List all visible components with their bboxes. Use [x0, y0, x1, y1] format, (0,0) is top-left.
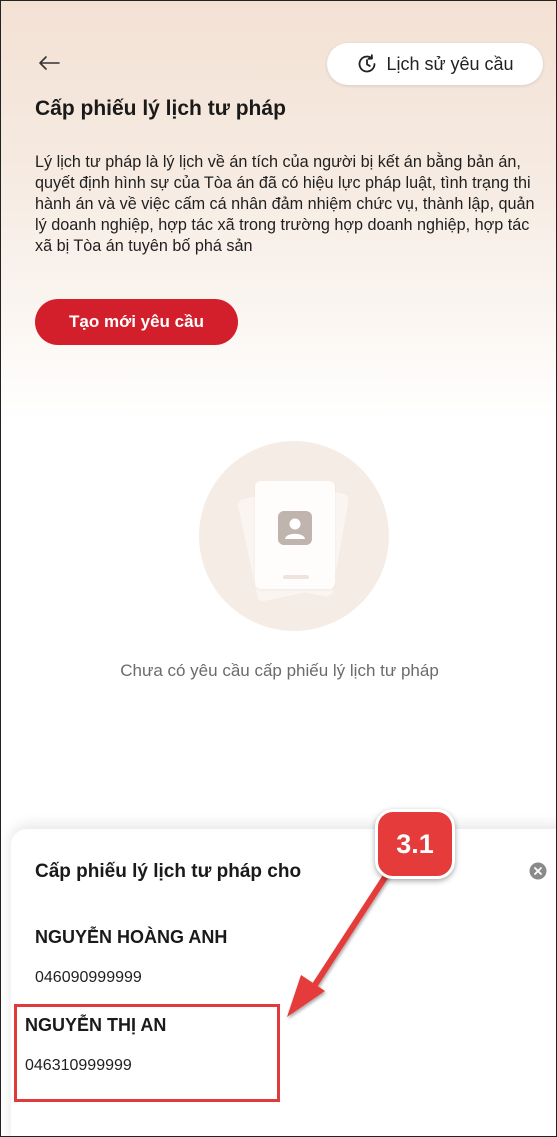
- history-button-label: Lịch sử yêu cầu: [386, 53, 514, 74]
- page-title: Cấp phiếu lý lịch tư pháp: [35, 97, 286, 120]
- empty-state-text: Chưa có yêu cầu cấp phiếu lý lịch tư phá…: [120, 661, 439, 680]
- sheet-title: Cấp phiếu lý lịch tư pháp cho: [35, 861, 302, 882]
- document-person-icon: [199, 441, 389, 631]
- close-circle-icon[interactable]: [529, 862, 547, 880]
- arrow-left-icon[interactable]: [35, 51, 63, 75]
- history-button[interactable]: Lịch sử yêu cầu: [327, 43, 543, 85]
- person-name: NGUYỄN HOÀNG ANH: [35, 927, 228, 947]
- highlight-box: [14, 1004, 280, 1102]
- page-description: Lý lịch tư pháp là lý lịch về án tích củ…: [35, 153, 535, 255]
- person-id: 046090999999: [35, 969, 142, 986]
- create-request-button[interactable]: Tạo mới yêu cầu: [35, 299, 238, 345]
- app-screen: Lịch sử yêu cầu Cấp phiếu lý lịch tư phá…: [0, 0, 557, 1137]
- history-clock-icon: [356, 53, 378, 75]
- step-badge: 3.1: [375, 809, 455, 879]
